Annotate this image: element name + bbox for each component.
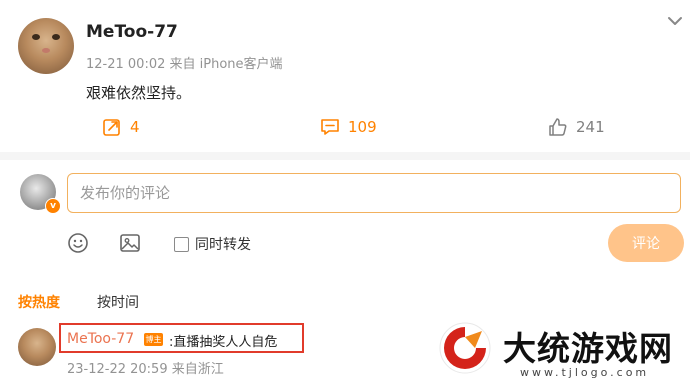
sort-by-hot-tab[interactable]: 按热度 xyxy=(18,292,60,312)
watermark-logo-icon xyxy=(439,322,491,374)
comment-count: 109 xyxy=(348,118,377,136)
author-badge: 博主 xyxy=(144,333,163,346)
comment-button[interactable]: 109 xyxy=(320,114,377,140)
section-divider xyxy=(0,152,690,160)
also-repost-checkbox[interactable] xyxy=(174,236,189,252)
post-author-name[interactable]: MeToo-77 xyxy=(86,22,178,42)
post-author-avatar[interactable] xyxy=(18,18,74,74)
comment-meta: 23-12-22 20:59 来自浙江 xyxy=(67,362,224,377)
verified-icon: v xyxy=(45,198,61,214)
submit-comment-button[interactable]: 评论 xyxy=(608,224,684,262)
like-count: 241 xyxy=(576,118,605,136)
sort-by-time-tab[interactable]: 按时间 xyxy=(97,292,139,312)
post-meta: 12-21 00:02 来自 iPhone客户端 xyxy=(86,57,283,72)
also-repost-option[interactable]: 同时转发 xyxy=(174,234,251,254)
comment-text: :直播抽奖人人自危 xyxy=(169,335,278,350)
repost-button[interactable]: 4 xyxy=(102,114,140,140)
like-button[interactable]: 241 xyxy=(548,114,605,140)
commenter-avatar[interactable] xyxy=(18,328,56,366)
commenter-name[interactable]: MeToo-77 xyxy=(67,331,134,347)
comment-icon xyxy=(321,119,339,135)
repost-icon xyxy=(103,119,120,136)
post-content: 艰难依然坚持。 xyxy=(86,84,192,102)
also-repost-label: 同时转发 xyxy=(195,237,251,253)
like-icon xyxy=(549,118,567,136)
image-icon[interactable] xyxy=(119,232,141,254)
emoji-icon[interactable] xyxy=(67,232,89,254)
watermark-title: 大统游戏网 xyxy=(503,329,673,368)
comment-input[interactable] xyxy=(67,173,681,213)
watermark-url: www.tjlogo.com xyxy=(520,366,650,379)
repost-count: 4 xyxy=(130,118,140,136)
chevron-down-icon[interactable] xyxy=(664,10,686,32)
